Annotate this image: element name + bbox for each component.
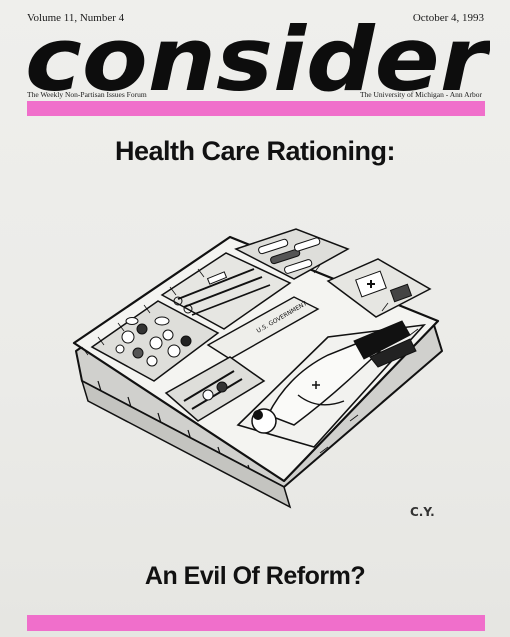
cartoon-illustration: U.S. GOVERNMENT bbox=[72, 228, 443, 509]
headline-bottom: An Evil Of Reform? bbox=[144, 562, 366, 590]
masthead-logo: consider bbox=[25, 10, 490, 98]
accent-bar-bottom bbox=[27, 615, 485, 631]
masthead-title: consider bbox=[25, 10, 490, 98]
accent-bar-top bbox=[27, 101, 485, 116]
magazine-cover: Volume 11, Number 4 October 4, 1993 cons… bbox=[0, 0, 510, 637]
masthead-affiliation: The University of Michigan - Ann Arbor bbox=[359, 90, 482, 99]
headline-top: Health Care Rationing: bbox=[114, 136, 396, 166]
masthead-tagline: The Weekly Non-Partisan Issues Forum bbox=[27, 90, 147, 99]
artist-signature: C.Y. bbox=[410, 505, 435, 519]
